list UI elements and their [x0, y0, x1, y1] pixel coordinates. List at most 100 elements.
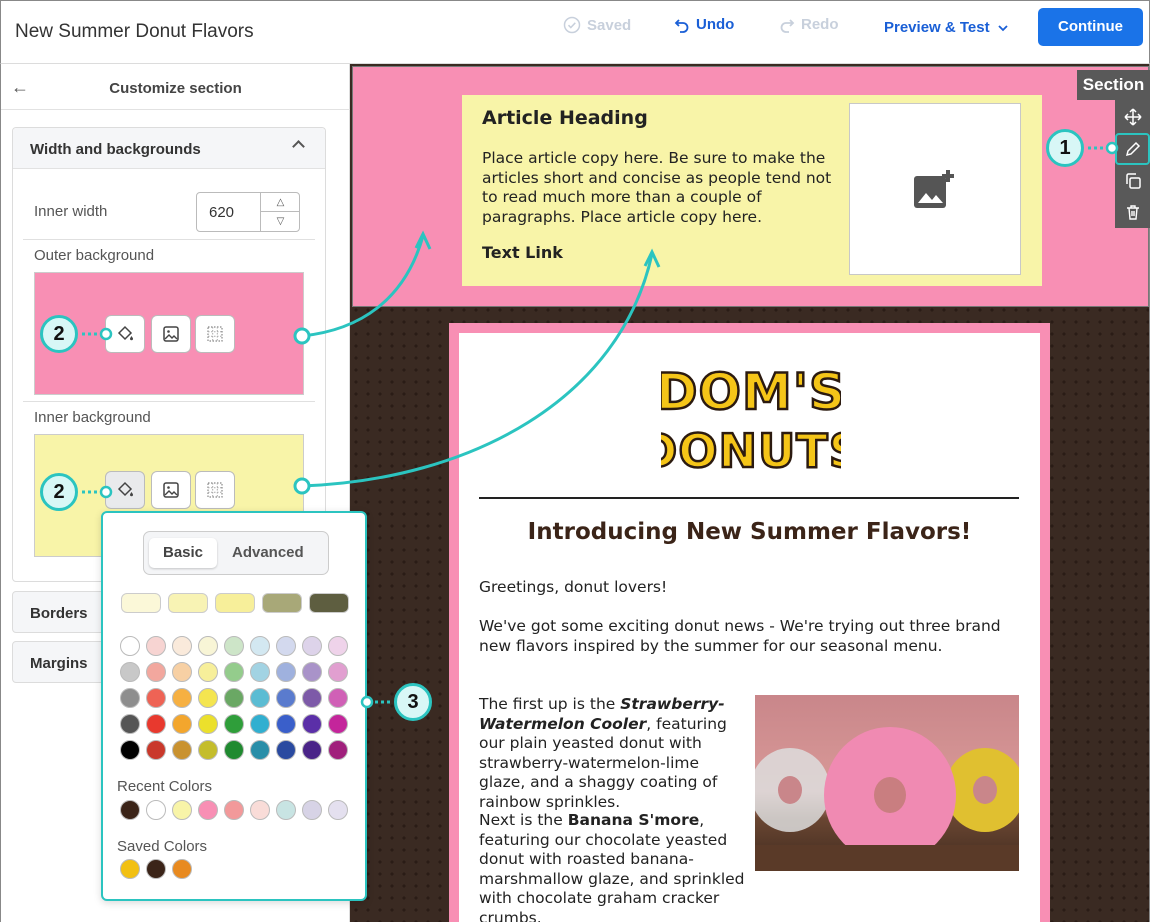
- inner-width-stepper[interactable]: △ ▽: [260, 193, 300, 231]
- color-swatch[interactable]: [172, 688, 192, 708]
- color-swatch[interactable]: [328, 714, 348, 734]
- tint-swatch[interactable]: [309, 593, 349, 613]
- inner-transparent-button[interactable]: [195, 471, 235, 509]
- email-heading[interactable]: Introducing New Summer Flavors!: [459, 519, 1040, 545]
- color-swatch[interactable]: [328, 688, 348, 708]
- tab-advanced[interactable]: Advanced: [232, 544, 304, 561]
- inner-width-input[interactable]: 620 △ ▽: [196, 192, 300, 232]
- color-swatch[interactable]: [172, 636, 192, 656]
- tab-basic[interactable]: Basic: [149, 538, 217, 568]
- donut-photo[interactable]: [755, 695, 1019, 871]
- inner-width-value[interactable]: 620: [209, 204, 234, 221]
- color-swatch[interactable]: [198, 636, 218, 656]
- recent-color-swatch[interactable]: [276, 800, 296, 820]
- color-swatch[interactable]: [224, 688, 244, 708]
- article-text-link[interactable]: Text Link: [482, 243, 563, 262]
- inner-image-button[interactable]: [151, 471, 191, 509]
- color-swatch[interactable]: [172, 740, 192, 760]
- color-swatch[interactable]: [276, 636, 296, 656]
- color-swatch[interactable]: [120, 740, 140, 760]
- saved-color-swatch[interactable]: [120, 859, 140, 879]
- recent-color-swatch[interactable]: [250, 800, 270, 820]
- color-swatch[interactable]: [146, 636, 166, 656]
- color-swatch[interactable]: [146, 688, 166, 708]
- color-swatch[interactable]: [276, 662, 296, 682]
- color-swatch[interactable]: [328, 662, 348, 682]
- email-body-section[interactable]: DOM'S DONUTS Introducing New Summer Flav…: [449, 323, 1050, 922]
- recent-color-swatch[interactable]: [120, 800, 140, 820]
- color-swatch[interactable]: [172, 714, 192, 734]
- color-swatch[interactable]: [250, 636, 270, 656]
- tint-swatch[interactable]: [262, 593, 302, 613]
- color-swatch[interactable]: [146, 714, 166, 734]
- color-swatch[interactable]: [120, 636, 140, 656]
- color-swatch[interactable]: [276, 714, 296, 734]
- flavor-paragraph-1[interactable]: The first up is the Strawberry-Watermelo…: [479, 695, 741, 812]
- color-swatch[interactable]: [172, 662, 192, 682]
- saved-color-swatch[interactable]: [172, 859, 192, 879]
- color-swatch[interactable]: [198, 714, 218, 734]
- greeting-text[interactable]: Greetings, donut lovers!: [479, 578, 1019, 598]
- article-copy[interactable]: Place article copy here. Be sure to make…: [482, 149, 832, 227]
- move-handle[interactable]: [1115, 101, 1150, 133]
- preview-test-button[interactable]: Preview & Test: [884, 19, 1010, 36]
- color-swatch[interactable]: [328, 740, 348, 760]
- increment-icon[interactable]: △: [261, 193, 300, 212]
- flavor-paragraph-2[interactable]: Next is the Banana S'more, featuring our…: [479, 811, 761, 922]
- recent-color-swatch[interactable]: [328, 800, 348, 820]
- outer-transparent-button[interactable]: [195, 315, 235, 353]
- article-section-outer[interactable]: Article Heading Place article copy here.…: [352, 66, 1149, 307]
- recent-color-swatch[interactable]: [172, 800, 192, 820]
- color-swatch[interactable]: [198, 740, 218, 760]
- outer-image-button[interactable]: [151, 315, 191, 353]
- duplicate-section-button[interactable]: [1115, 165, 1150, 197]
- panel-header[interactable]: Width and backgrounds: [13, 128, 325, 169]
- article-section-inner[interactable]: Article Heading Place article copy here.…: [462, 95, 1042, 286]
- chevron-up-icon[interactable]: [292, 140, 305, 153]
- color-swatch[interactable]: [250, 714, 270, 734]
- transparent-grid-icon: [207, 326, 223, 342]
- color-swatch[interactable]: [302, 740, 322, 760]
- recent-color-swatch[interactable]: [198, 800, 218, 820]
- color-swatch[interactable]: [276, 688, 296, 708]
- color-swatch[interactable]: [250, 662, 270, 682]
- color-swatch[interactable]: [302, 714, 322, 734]
- delete-section-button[interactable]: [1115, 196, 1150, 228]
- color-swatch[interactable]: [250, 688, 270, 708]
- inner-fill-color-button[interactable]: [105, 471, 145, 509]
- redo-button[interactable]: Redo: [779, 16, 839, 33]
- recent-color-swatch[interactable]: [224, 800, 244, 820]
- color-swatch[interactable]: [250, 740, 270, 760]
- continue-button[interactable]: Continue: [1038, 8, 1143, 46]
- color-swatch[interactable]: [302, 662, 322, 682]
- image-placeholder[interactable]: [849, 103, 1021, 275]
- color-swatch[interactable]: [302, 636, 322, 656]
- color-swatch[interactable]: [224, 714, 244, 734]
- saved-color-swatch[interactable]: [146, 859, 166, 879]
- color-swatch[interactable]: [120, 714, 140, 734]
- color-swatch[interactable]: [276, 740, 296, 760]
- undo-button[interactable]: Undo: [674, 16, 734, 33]
- outer-fill-color-button[interactable]: [105, 315, 145, 353]
- color-swatch[interactable]: [224, 662, 244, 682]
- color-swatch[interactable]: [198, 662, 218, 682]
- color-swatch[interactable]: [224, 636, 244, 656]
- color-swatch[interactable]: [224, 740, 244, 760]
- color-swatch[interactable]: [146, 740, 166, 760]
- color-swatch[interactable]: [146, 662, 166, 682]
- decrement-icon[interactable]: ▽: [261, 212, 300, 231]
- article-heading[interactable]: Article Heading: [482, 107, 648, 129]
- color-swatch[interactable]: [198, 688, 218, 708]
- color-swatch[interactable]: [328, 636, 348, 656]
- tint-swatch[interactable]: [121, 593, 161, 613]
- tint-swatch[interactable]: [168, 593, 208, 613]
- tint-swatch[interactable]: [215, 593, 255, 613]
- recent-color-swatch[interactable]: [146, 800, 166, 820]
- color-swatch[interactable]: [120, 688, 140, 708]
- color-swatch[interactable]: [302, 688, 322, 708]
- color-swatch[interactable]: [120, 662, 140, 682]
- preview-label: Preview & Test: [884, 19, 990, 36]
- recent-color-swatch[interactable]: [302, 800, 322, 820]
- intro-text[interactable]: We've got some exciting donut news - We'…: [479, 617, 1019, 656]
- edit-section-button[interactable]: [1115, 133, 1150, 165]
